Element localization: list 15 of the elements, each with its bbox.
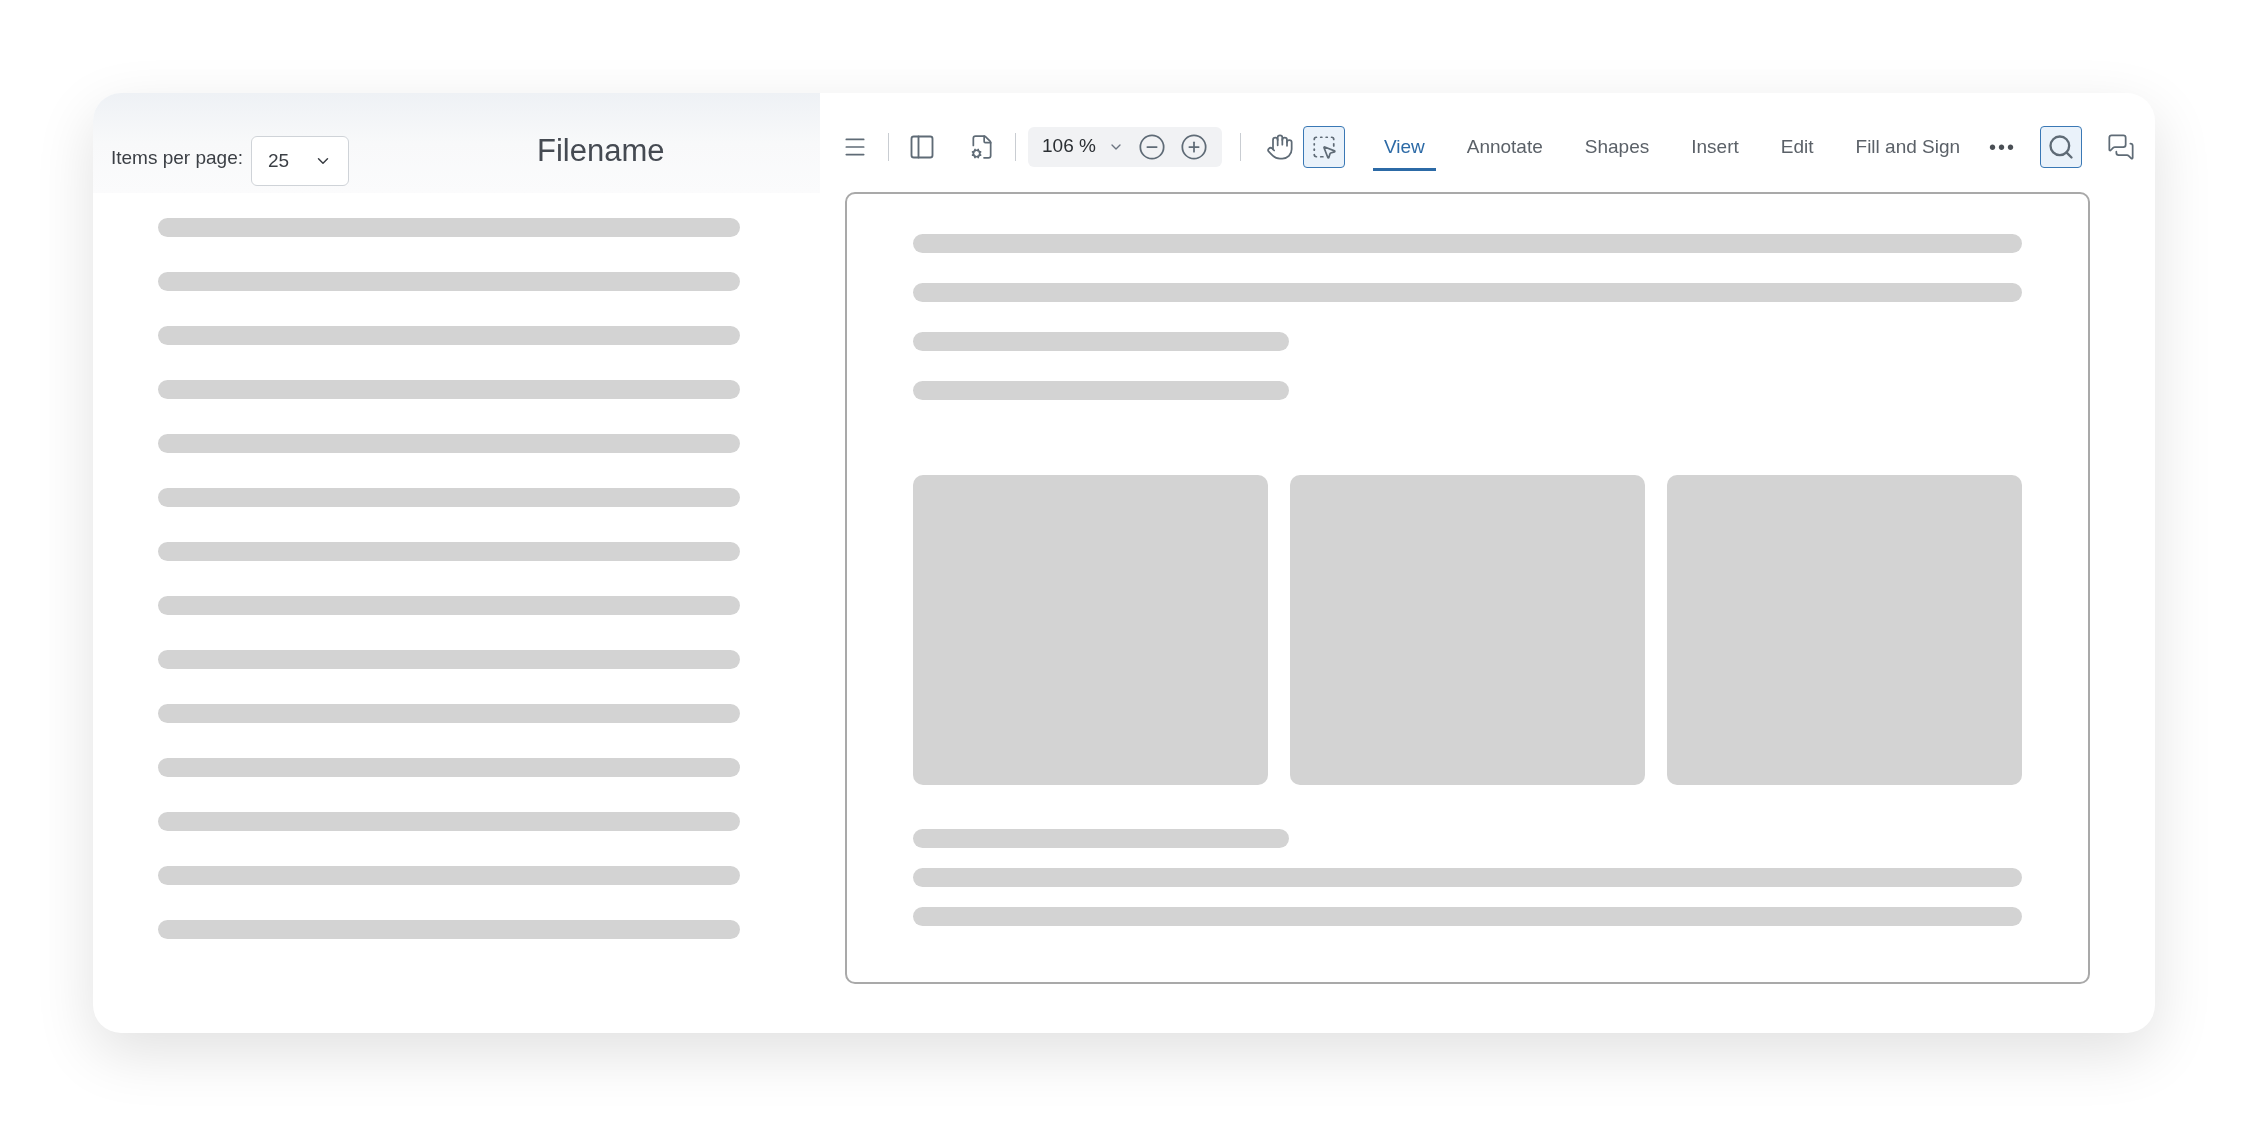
more-button[interactable]: ••• <box>1989 131 2017 162</box>
zoom-out-icon[interactable] <box>1137 132 1166 161</box>
toolbar-tab[interactable]: Edit <box>1769 122 1825 171</box>
toolbar-tab[interactable]: View <box>1372 122 1436 171</box>
search-icon[interactable] <box>2040 125 2083 168</box>
items-per-page-label: Items per page: <box>111 145 244 170</box>
toolbar-tab[interactable]: Insert <box>1680 122 1750 171</box>
toolbar-tab[interactable]: Annotate <box>1455 122 1554 171</box>
toolbar-tab[interactable]: Fill and Sign <box>1844 122 1972 171</box>
items-per-page-select[interactable]: 25 <box>251 136 350 186</box>
file-title: Filename <box>537 131 665 170</box>
zoom-in-icon[interactable] <box>1179 132 1208 161</box>
toolbar-tab[interactable]: Shapes <box>1573 122 1661 171</box>
select-area-icon[interactable] <box>1302 125 1345 168</box>
zoom-level-select[interactable]: 106 % <box>1042 132 1124 161</box>
